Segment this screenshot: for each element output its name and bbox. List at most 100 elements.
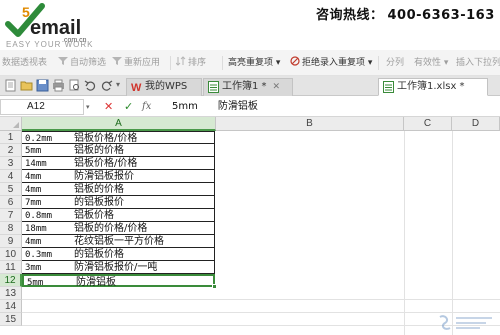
cell-a3[interactable]: 14mm 铝板价格/价格 — [22, 157, 215, 170]
save-icon[interactable] — [36, 79, 49, 92]
cell-desc: 防滑铝板报价/一吨 — [74, 262, 158, 273]
formula-value-size: 5mm — [172, 101, 198, 112]
redo-icon[interactable] — [100, 79, 113, 92]
fill-handle[interactable] — [212, 284, 217, 289]
file-icon[interactable] — [4, 79, 17, 92]
tab-workbook-1-xlsx-label: 工作簿1.xlsx * — [397, 81, 465, 92]
cell-desc: 的铝板价格 — [74, 249, 124, 260]
cell-a4[interactable]: 4mm 防滑铝板报价 — [22, 170, 215, 183]
spreadsheet-icon — [383, 81, 394, 93]
formula-bar: A12 ▾ ✕ ✓ fx 5mm 防滑铝板 — [0, 97, 500, 117]
cell-a9[interactable]: 4mm 花纹铝板一平方价格 — [22, 235, 215, 248]
row-header[interactable]: 6 — [0, 196, 22, 209]
column-header-b[interactable]: B — [216, 117, 404, 131]
row-header[interactable]: 14 — [0, 300, 22, 313]
table-row: 0.2mm 铝板价格/价格 — [22, 131, 500, 144]
reject-duplicates-button[interactable]: 拒绝录入重复项 ▾ — [290, 55, 372, 71]
cell-a5[interactable]: 4mm 铝板的价格 — [22, 183, 215, 196]
row-header-selected[interactable]: 12 — [0, 274, 22, 287]
reapply-label: 重新应用 — [124, 58, 161, 68]
row-header[interactable]: 7 — [0, 209, 22, 222]
confirm-entry-icon[interactable]: ✓ — [124, 100, 133, 114]
tab-workbook-1-xlsx[interactable]: 工作簿1.xlsx * — [378, 78, 488, 96]
auto-filter-button[interactable]: 自动筛选 — [58, 55, 106, 71]
chevron-down-icon: ▾ — [367, 58, 373, 68]
name-box[interactable]: A12 — [0, 99, 84, 115]
cancel-entry-icon[interactable]: ✕ — [104, 100, 113, 114]
close-tab-icon[interactable]: ✕ — [273, 82, 281, 92]
row-header[interactable]: 13 — [0, 287, 22, 300]
print-icon[interactable] — [52, 79, 65, 92]
row-header[interactable]: 3 — [0, 157, 22, 170]
chevron-down-icon: ▾ — [443, 58, 449, 68]
highlight-duplicates-button[interactable]: 高亮重复项 ▾ — [228, 55, 280, 71]
tab-my-wps[interactable]: W 我的WPS — [126, 78, 202, 96]
table-row: 7mm 的铝板报价 — [22, 196, 500, 209]
insert-dropdown-button[interactable]: 插入下拉列 — [456, 55, 500, 71]
reapply-icon — [112, 57, 122, 65]
cell-desc: 铝板的价格 — [74, 145, 124, 156]
validation-button[interactable]: 有效性 ▾ — [414, 55, 448, 71]
row-header[interactable]: 15 — [0, 313, 22, 326]
formula-input[interactable]: 5mm 防滑铝板 — [172, 99, 500, 115]
reapply-button[interactable]: 重新应用 — [112, 55, 160, 71]
column-header-d[interactable]: D — [452, 117, 500, 131]
split-column-button[interactable]: 分列 — [386, 55, 404, 71]
chevron-down-icon[interactable]: ▾ — [86, 103, 90, 111]
column-header-c[interactable]: C — [404, 117, 452, 131]
cell-desc: 铝板价格/价格 — [74, 133, 138, 144]
logo-slogan: EASY YOUR WORK — [6, 40, 94, 49]
column-header-a[interactable]: A — [22, 117, 216, 131]
print-preview-icon[interactable] — [68, 79, 81, 92]
cell-a8[interactable]: 18mm 铝板的价格/价格 — [22, 222, 215, 235]
row-header[interactable]: 10 — [0, 248, 22, 261]
ribbon-divider — [378, 56, 379, 70]
select-all-corner[interactable] — [0, 117, 22, 131]
tab-workbook-1[interactable]: 工作簿1 * ✕ — [203, 78, 293, 96]
undo-icon[interactable] — [84, 79, 97, 92]
row-header[interactable]: 4 — [0, 170, 22, 183]
cell-a2[interactable]: 5mm 铝板的价格 — [22, 144, 215, 157]
svg-text:W: W — [131, 82, 142, 93]
cell-desc: 铝板的价格/价格 — [74, 223, 148, 234]
email-logo: 5 email .com.cn — [5, 3, 87, 44]
spreadsheet-icon — [208, 81, 219, 93]
cell-desc: 铝板价格/价格 — [74, 158, 138, 169]
cell-a6[interactable]: 7mm 的铝板报价 — [22, 196, 215, 209]
sort-icon — [176, 56, 186, 66]
row-header[interactable]: 5 — [0, 183, 22, 196]
cell-desc: 的铝板报价 — [74, 197, 124, 208]
reject-duplicates-label: 拒绝录入重复项 — [302, 58, 366, 68]
sort-button[interactable]: 排序 — [176, 55, 206, 71]
table-row: 3mm 防滑铝板报价/一吨 — [22, 261, 500, 274]
tab-workbook-1-label: 工作簿1 * — [222, 81, 267, 92]
cell-a10[interactable]: 0.3mm 的铝板价格 — [22, 248, 215, 261]
formula-value-desc: 防滑铝板 — [217, 101, 258, 112]
table-row: 0.3mm 的铝板价格 — [22, 248, 500, 261]
table-row: 4mm 花纹铝板一平方价格 — [22, 235, 500, 248]
row-header[interactable]: 1 — [0, 131, 22, 144]
table-row: 14mm 铝板价格/价格 — [22, 157, 500, 170]
cell-a1[interactable]: 0.2mm 铝板价格/价格 — [22, 131, 215, 144]
insert-function-icon[interactable]: fx — [142, 100, 151, 114]
auto-filter-label: 自动筛选 — [70, 58, 107, 68]
row-header[interactable]: 2 — [0, 144, 22, 157]
row-header[interactable]: 8 — [0, 222, 22, 235]
quick-access-dropdown-icon[interactable]: ▾ — [116, 80, 120, 89]
hotline-text: 咨询热线： 400-6363-163 — [316, 4, 495, 23]
header-banner: 5 email .com.cn EASY YOUR WORK 咨询热线： 400-… — [0, 0, 500, 50]
document-tab-bar: ▾ W 我的WPS 工作簿1 * ✕ 工作簿1.xlsx * — [0, 76, 500, 96]
cell-desc: 铝板的价格 — [74, 184, 124, 195]
spreadsheet-grid[interactable]: A B C D 1 2 3 4 5 6 7 8 9 10 11 12 13 14… — [0, 117, 500, 335]
open-folder-icon[interactable] — [20, 79, 33, 92]
pivot-table-button[interactable]: 数据透视表 — [2, 55, 47, 71]
highlight-duplicates-label: 高亮重复项 — [228, 58, 274, 68]
cell-a11[interactable]: 3mm 防滑铝板报价/一吨 — [22, 261, 215, 274]
cell-a12-active[interactable]: 5mm 防滑铝板 — [22, 274, 215, 288]
hotline-label: 咨询热线： — [316, 8, 384, 23]
cell-a7[interactable]: 0.8mm 铝板价格 — [22, 209, 215, 222]
cell-desc: 花纹铝板一平方价格 — [74, 236, 164, 247]
row-header[interactable]: 9 — [0, 235, 22, 248]
svg-text:email: email — [30, 17, 81, 39]
row-header[interactable]: 11 — [0, 261, 22, 274]
